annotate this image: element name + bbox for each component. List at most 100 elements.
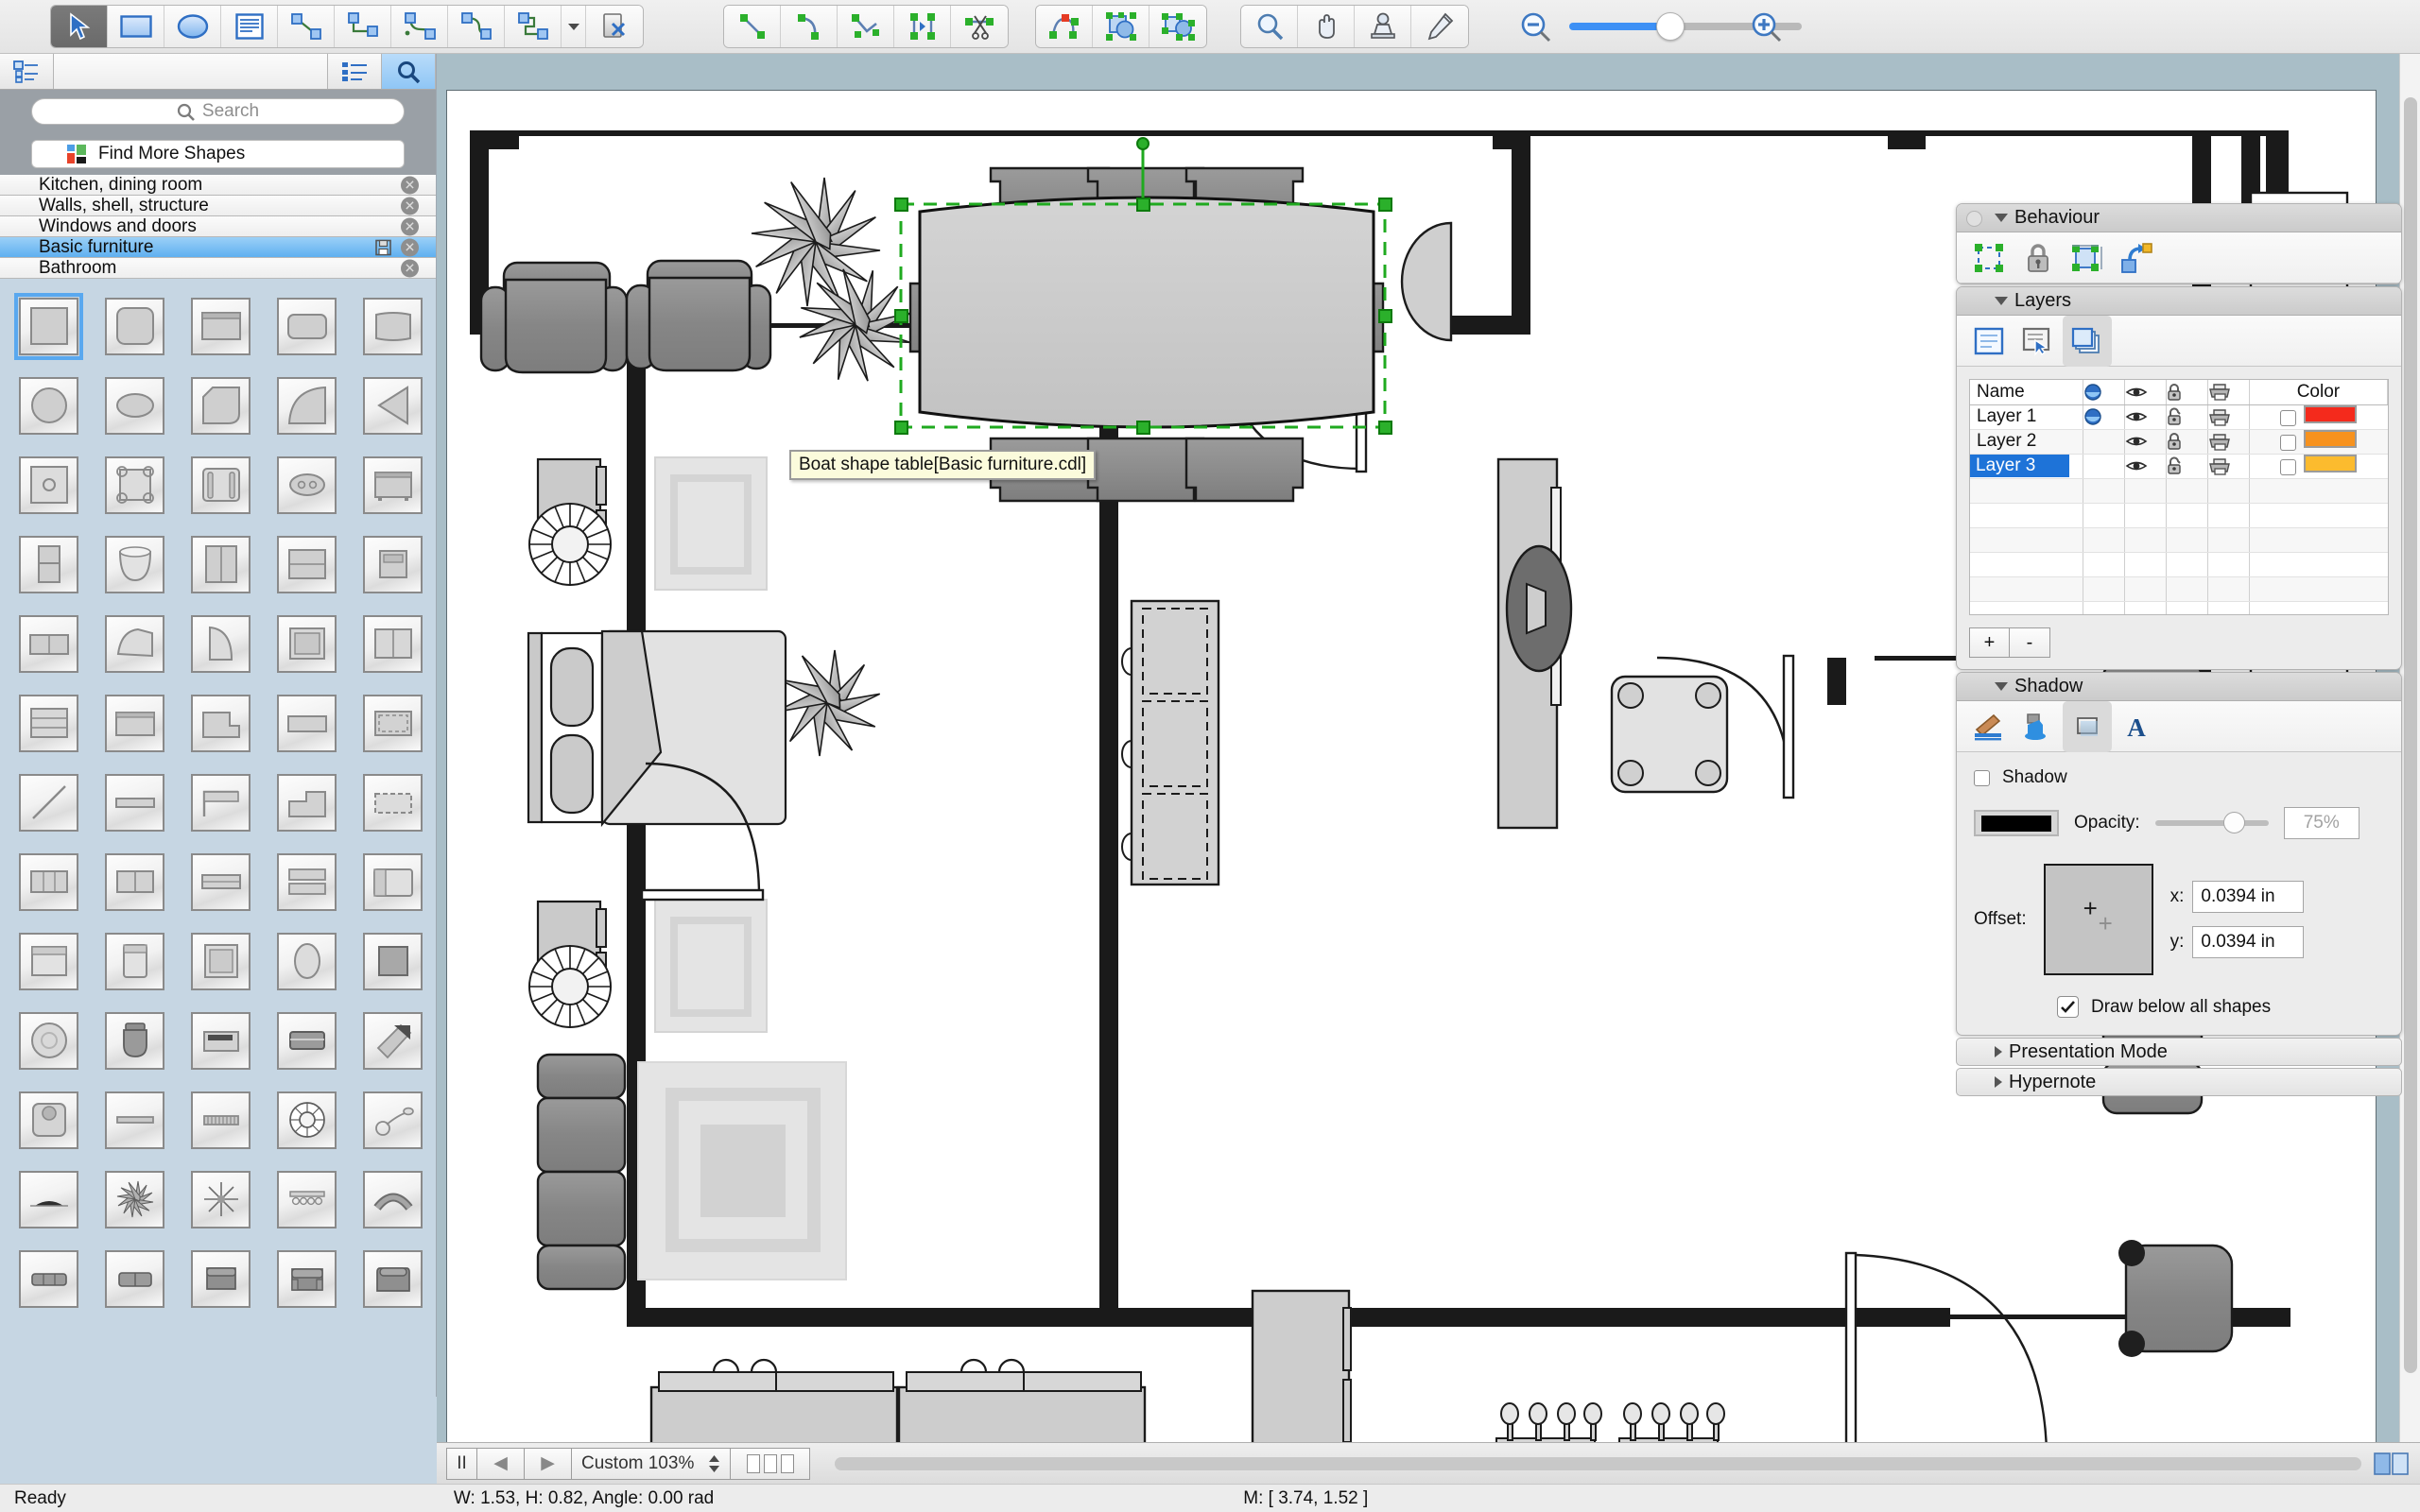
shape-palette-cell[interactable] [92, 524, 178, 604]
shape-palette-cell[interactable] [350, 921, 436, 1001]
shape-oval-bed[interactable] [277, 932, 337, 990]
layer-locked-cell[interactable] [2166, 404, 2208, 430]
shape-single-bed[interactable] [105, 932, 164, 990]
shape-palette-cell[interactable] [6, 763, 92, 842]
layer-select-icon[interactable] [2014, 316, 2063, 367]
shape-folded-cloth[interactable] [105, 614, 164, 673]
zoom-level-combo[interactable]: Custom 103% [572, 1447, 731, 1480]
shape-palette-cell[interactable] [92, 366, 178, 445]
shape-palette-cell[interactable] [92, 1239, 178, 1318]
rectangle-tool-button[interactable] [108, 6, 164, 47]
shape-palette-cell[interactable] [350, 763, 436, 842]
polyline-button[interactable] [838, 6, 894, 47]
shape-shelf-unit[interactable] [19, 694, 78, 752]
shape-palette-cell[interactable] [92, 683, 178, 763]
canvas-vertical-scrollbar[interactable] [2399, 54, 2420, 1451]
cut-path-button[interactable] [951, 6, 1008, 47]
shape-table-four-legs[interactable] [105, 455, 164, 514]
magnifier-icon[interactable] [1241, 6, 1298, 47]
shape-sink-unit[interactable] [19, 1091, 78, 1149]
shape-palette-cell[interactable] [264, 842, 350, 921]
shape-palette-cell[interactable] [6, 604, 92, 683]
shape-dresser[interactable] [277, 535, 337, 593]
hypernote-section[interactable]: Hypernote [1956, 1068, 2402, 1096]
layer-active-cell[interactable] [2083, 404, 2125, 430]
shape-palette-cell[interactable] [92, 1001, 178, 1080]
shape-angled-shelf[interactable] [191, 773, 251, 832]
split-node-button[interactable] [894, 6, 951, 47]
shape-palette-cell[interactable] [92, 286, 178, 366]
shape-table-with-knob[interactable] [19, 455, 78, 514]
layer-locked-cell[interactable] [2166, 454, 2208, 479]
shape-palette-cell[interactable] [264, 524, 350, 604]
shape-palette-cell[interactable] [178, 445, 264, 524]
lock-icon[interactable] [2014, 232, 2063, 284]
shape-palette-cell[interactable] [6, 524, 92, 604]
shape-plant-star[interactable] [105, 1170, 164, 1228]
offset-y-field[interactable]: 0.0394 in [2192, 926, 2305, 958]
shape-nightstand[interactable] [363, 535, 423, 593]
resize-handle-sw[interactable] [894, 421, 908, 435]
union-shapes-button[interactable] [1093, 6, 1150, 47]
shape-door-leaf[interactable] [191, 614, 251, 673]
shape-floor-lamp[interactable] [363, 1091, 423, 1149]
shape-palette-cell[interactable] [178, 763, 264, 842]
layer-name-cell[interactable]: Layer 1 [1970, 404, 2083, 430]
shape-bench-two-rails[interactable] [191, 455, 251, 514]
segment-arc-button[interactable] [781, 6, 838, 47]
shape-palette-cell[interactable] [6, 683, 92, 763]
edit-path-button[interactable] [1036, 6, 1093, 47]
shape-wide-counter[interactable] [277, 694, 337, 752]
shape-plant-small-star[interactable] [191, 1170, 251, 1228]
shape-bed-frame[interactable] [19, 932, 78, 990]
shadow-icon[interactable] [2063, 700, 2112, 752]
shape-palette-cell[interactable] [92, 763, 178, 842]
shape-coat-rack[interactable] [277, 1170, 337, 1228]
shape-wide-bed[interactable] [363, 852, 423, 911]
shape-category-item[interactable]: Basic furniture ✕ [0, 237, 436, 258]
layer-visible-cell[interactable] [2124, 454, 2167, 479]
fill-icon[interactable] [2014, 701, 2063, 752]
sidebar-tab-search[interactable] [382, 54, 436, 89]
shape-palette-cell[interactable] [92, 921, 178, 1001]
rotation-handle[interactable] [1136, 137, 1150, 150]
shape-armchair-c[interactable] [363, 1249, 423, 1308]
layer-active-cell[interactable] [2083, 454, 2125, 479]
shape-thin-bench[interactable] [105, 1091, 164, 1149]
group-shapes-button[interactable] [1150, 6, 1206, 47]
shape-palette-cell[interactable] [92, 604, 178, 683]
page-view-buttons[interactable] [731, 1447, 810, 1480]
shape-palette-cell[interactable] [178, 524, 264, 604]
shape-palette-cell[interactable] [6, 286, 92, 366]
shape-palette-cell[interactable] [178, 842, 264, 921]
close-icon[interactable]: ✕ [401, 176, 419, 194]
shape-palette-cell[interactable] [6, 842, 92, 921]
sidebar-tab-document-tree[interactable] [0, 54, 54, 89]
shape-palette-cell[interactable] [350, 683, 436, 763]
line-connector-tool-button[interactable] [278, 6, 335, 47]
shape-dashed-counter[interactable] [363, 694, 423, 752]
shape-box-shelf[interactable] [277, 614, 337, 673]
shape-palette-cell[interactable] [178, 1001, 264, 1080]
page-view-1[interactable] [746, 1453, 760, 1473]
shape-oval-stool-two-holes[interactable] [277, 455, 337, 514]
shape-ceiling-fan[interactable] [277, 1091, 337, 1149]
shape-dashed-panel[interactable] [363, 773, 423, 832]
shape-long-bench[interactable] [191, 852, 251, 911]
shape-palette-cell[interactable] [350, 1080, 436, 1160]
shape-palette-cell[interactable] [350, 445, 436, 524]
layer-color-cell[interactable] [2249, 404, 2388, 430]
shape-palette-cell[interactable] [6, 1080, 92, 1160]
resize-handle-nw[interactable] [894, 198, 908, 212]
shape-square-pouf[interactable] [363, 932, 423, 990]
layer-row[interactable]: Layer 3 [1970, 454, 2388, 479]
shape-armchair-a[interactable] [191, 1249, 251, 1308]
shape-palette-cell[interactable] [92, 842, 178, 921]
resize-handle-w[interactable] [894, 309, 908, 323]
shape-palette-cell[interactable] [178, 683, 264, 763]
shape-palette-cell[interactable] [6, 1001, 92, 1080]
shape-radiator[interactable] [191, 1091, 251, 1149]
layer-color-checkbox[interactable] [2280, 458, 2297, 475]
shape-palette-cell[interactable] [92, 445, 178, 524]
shape-palette-cell[interactable] [6, 1160, 92, 1239]
